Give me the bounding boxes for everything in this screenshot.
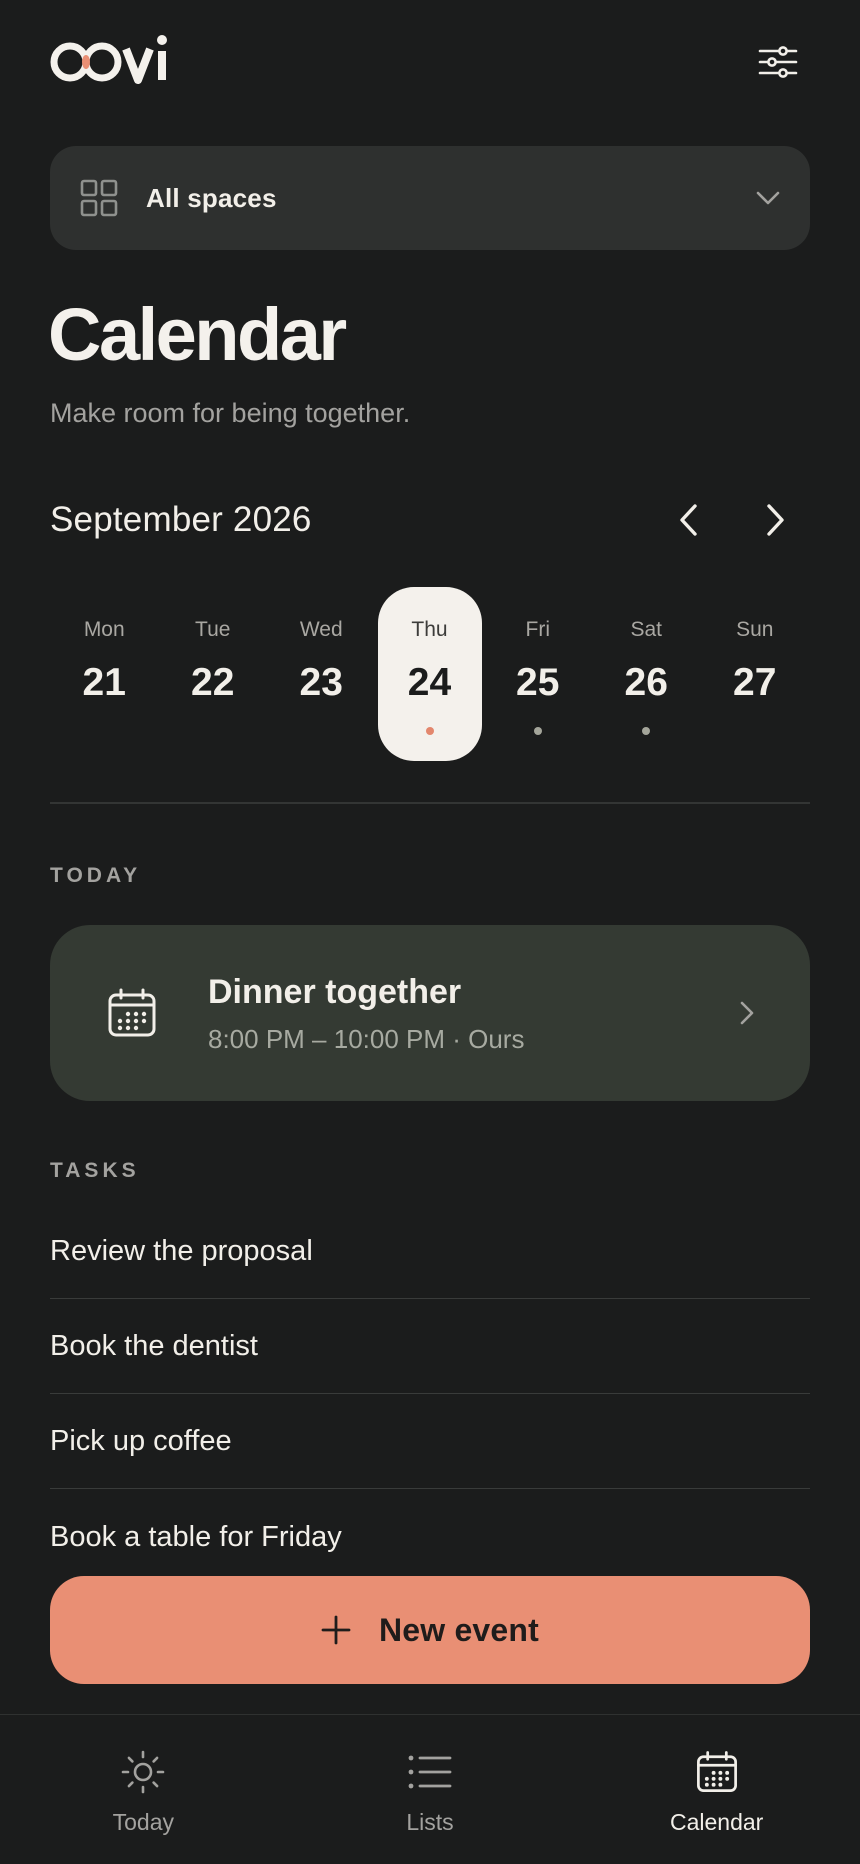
next-week-button[interactable]	[746, 494, 806, 546]
day-sat[interactable]: Sat 26	[592, 587, 701, 761]
calendar-screen: All spaces Calendar Make room for being …	[0, 0, 860, 1864]
week-strip: Mon 21 Tue 22 Wed 23 Thu 24 Fri 25 Sat 2…	[50, 587, 810, 761]
day-name: Sun	[736, 618, 774, 641]
event-title: Dinner together	[208, 973, 462, 1011]
new-event-label: New event	[378, 1611, 540, 1648]
task-item[interactable]: Review the proposal	[50, 1204, 810, 1299]
day-name: Wed	[299, 618, 343, 641]
day-name: Fri	[525, 618, 551, 641]
logo-mark	[50, 35, 167, 84]
filter-settings-button[interactable]	[746, 30, 810, 94]
section-divider	[50, 802, 810, 804]
chevron-left-icon	[680, 504, 697, 536]
month-nav-arrows	[658, 494, 806, 546]
event-indicator-dot	[425, 727, 434, 735]
list-icon	[407, 1749, 453, 1795]
sliders-icon	[758, 46, 798, 78]
chevron-down-icon	[754, 184, 782, 212]
new-event-button[interactable]: New event	[50, 1576, 810, 1684]
page-title: Calendar	[48, 293, 347, 376]
grid-icon	[80, 179, 118, 217]
day-name: Tue	[195, 618, 231, 641]
today-section-label: TODAY	[50, 864, 142, 887]
app-header	[50, 30, 810, 94]
nav-tab-label: Lists	[406, 1809, 454, 1835]
calendar-icon	[106, 987, 158, 1039]
task-divider	[50, 1488, 810, 1489]
day-name: Sat	[630, 618, 663, 641]
day-thu-selected[interactable]: Thu 24	[377, 587, 482, 761]
day-name: Mon	[83, 618, 125, 641]
event-text: Dinner together 8:00 PM – 10:00 PM · Our…	[208, 971, 732, 1055]
plus-icon	[321, 1615, 351, 1645]
month-navigation: September 2026	[50, 494, 810, 546]
day-number: 26	[624, 661, 668, 704]
previous-week-button[interactable]	[658, 494, 718, 546]
nav-tab-today[interactable]: Today	[0, 1715, 287, 1864]
chevron-right-icon	[767, 504, 784, 536]
page-subtitle: Make room for being together.	[50, 398, 411, 428]
day-number: 21	[82, 661, 126, 704]
day-number: 25	[516, 661, 560, 704]
day-number: 24	[407, 661, 452, 704]
sun-icon	[120, 1749, 166, 1795]
bottom-navigation: Today Lists Calendar	[0, 1714, 860, 1864]
chevron-right-icon	[732, 998, 762, 1028]
task-item[interactable]: Book the dentist	[50, 1299, 810, 1394]
day-wed[interactable]: Wed 23	[267, 587, 376, 761]
event-indicator-dot	[642, 727, 651, 735]
day-number: 27	[733, 661, 777, 704]
day-sun[interactable]: Sun 27	[701, 587, 810, 761]
event-indicator-dot	[533, 727, 542, 735]
event-time-meta: 8:00 PM – 10:00 PM · Ours	[208, 1024, 525, 1054]
day-number: 22	[191, 661, 235, 704]
day-mon[interactable]: Mon 21	[50, 587, 159, 761]
day-name: Thu	[411, 618, 448, 641]
day-number: 23	[299, 661, 343, 704]
nav-tab-label: Today	[112, 1809, 175, 1835]
tasks-section-label: TASKS	[50, 1159, 140, 1182]
app-logo[interactable]	[50, 30, 190, 94]
task-item[interactable]: Book a table for Friday	[50, 1490, 810, 1585]
nav-tab-lists[interactable]: Lists	[287, 1715, 574, 1864]
spaces-selector-label: All spaces	[146, 182, 277, 213]
month-label: September 2026	[50, 500, 312, 539]
day-tue[interactable]: Tue 22	[159, 587, 268, 761]
day-fri[interactable]: Fri 25	[484, 587, 593, 761]
task-item[interactable]: Pick up coffee	[50, 1394, 810, 1489]
nav-tab-label: Calendar	[670, 1809, 764, 1835]
calendar-icon	[694, 1749, 740, 1795]
spaces-selector[interactable]: All spaces	[50, 146, 810, 250]
event-card-dinner[interactable]: Dinner together 8:00 PM – 10:00 PM · Our…	[50, 925, 810, 1101]
nav-tab-calendar[interactable]: Calendar	[573, 1715, 860, 1864]
